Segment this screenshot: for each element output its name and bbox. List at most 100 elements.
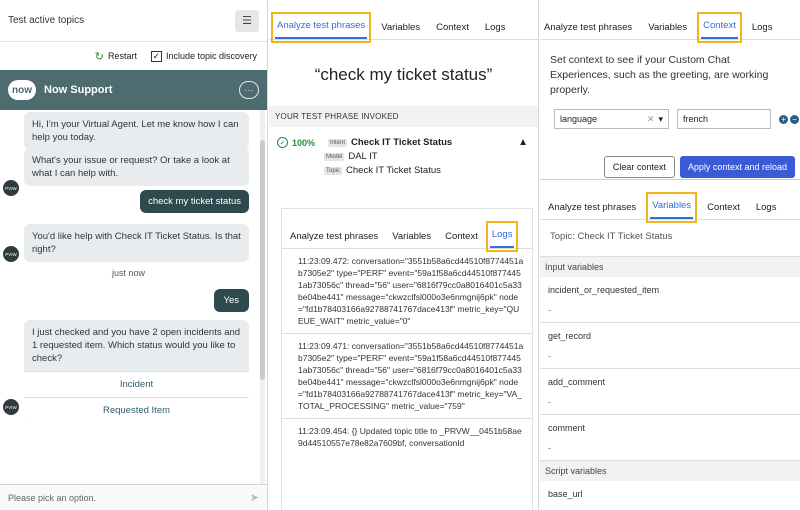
chat-bubble-icon[interactable]: ··· (239, 81, 259, 99)
intent-result[interactable]: ✓ 100% Intent Check IT Ticket Status Mod… (269, 127, 538, 192)
scrollbar-thumb[interactable] (260, 140, 265, 380)
variable-name: incident_or_requested_item (548, 285, 660, 295)
context-actions: Clear context Apply context and reload (540, 156, 795, 178)
chat-scrollbar[interactable] (260, 110, 265, 490)
input-variables-header: Input variables (540, 257, 800, 277)
tab-analyze-test-phrases[interactable]: Analyze test phrases (546, 198, 638, 219)
include-topic-discovery-checkbox[interactable]: ✓ Include topic discovery (150, 50, 257, 62)
checkmark-icon: ✓ (150, 50, 162, 62)
variable-name: get_record (548, 331, 592, 341)
add-row-icon[interactable]: + (779, 114, 788, 124)
tab-logs[interactable]: Logs (754, 198, 779, 219)
apply-context-button[interactable]: Apply context and reload (679, 156, 795, 178)
restart-button[interactable]: ↻ Restart (95, 50, 137, 63)
tab-logs[interactable]: Logs (750, 18, 775, 39)
tab-analyze-test-phrases[interactable]: Analyze test phrases (542, 18, 634, 39)
context-variable-select[interactable]: language ✕ ▾ (554, 109, 669, 129)
result-topic-row: Topic Check IT Ticket Status (277, 165, 530, 176)
row-actions: + − (779, 114, 799, 124)
variables-tabs: Analyze test phrases Variables Context L… (540, 180, 800, 223)
restart-label: Restart (107, 51, 137, 61)
now-logo: now (8, 80, 36, 100)
section-label: YOUR TEST PHRASE INVOKED (269, 106, 538, 127)
bot-message: You'd like help with Check IT Ticket Sta… (24, 224, 249, 262)
tab-variables[interactable]: Variables (646, 18, 689, 39)
panel-title: Test active topics (8, 15, 85, 26)
intent-name: Check IT Ticket Status (351, 137, 453, 148)
result-intent-row: ✓ 100% Intent Check IT Ticket Status (277, 137, 530, 148)
variables-panel: Analyze test phrases Variables Context L… (540, 179, 800, 510)
context-tabs: Analyze test phrases Variables Context L… (540, 0, 800, 43)
log-entry: 11:23:09.454: {} Updated topic title to … (298, 426, 522, 448)
result-model-row: Model DAL IT (277, 151, 530, 162)
model-tag: Model (324, 152, 345, 161)
bot-message: I just checked and you have 2 open incid… (32, 327, 241, 364)
tab-context[interactable]: Context (434, 18, 471, 39)
user-message: check my ticket status (140, 190, 249, 213)
bot-message: Hi, I'm your Virtual Agent. Let me know … (24, 112, 249, 150)
variable-row: comment - (540, 415, 800, 461)
variable-value: - (548, 443, 551, 453)
variable-row: base_url (540, 481, 800, 510)
tab-context[interactable]: Context (443, 227, 480, 248)
clear-icon[interactable]: ✕ (647, 114, 655, 125)
refresh-icon: ↻ (94, 50, 104, 63)
topic-tag: Topic (324, 166, 343, 175)
chat-input[interactable]: Please pick an option. ➤ (0, 484, 267, 510)
variable-row: add_comment - (540, 369, 800, 415)
tab-variables[interactable]: Variables (379, 18, 422, 39)
context-panel: Analyze test phrases Variables Context L… (540, 0, 800, 178)
script-variables-header: Script variables (540, 461, 800, 481)
variable-value: - (548, 305, 551, 315)
variable-name: base_url (548, 489, 583, 499)
chat-options: ↻ Restart ✓ Include topic discovery (0, 42, 267, 70)
tab-analyze-test-phrases[interactable]: Analyze test phrases (288, 227, 380, 248)
tab-context[interactable]: Context (705, 198, 742, 219)
message-timestamp: just now (111, 268, 146, 278)
confidence-percent: 100% (292, 137, 316, 148)
chat-input-placeholder: Please pick an option. (8, 492, 97, 503)
variable-row: incident_or_requested_item - (540, 277, 800, 323)
user-message: Yes (213, 289, 249, 312)
test-topics-panel: Test active topics ☰ ↻ Restart ✓ Include… (0, 0, 268, 510)
collapse-icon: ☰ (242, 15, 252, 27)
intent-tag: Intent (328, 138, 348, 147)
context-value-input[interactable]: french (677, 109, 771, 129)
send-icon[interactable]: ➤ (250, 491, 259, 504)
option-incident-button[interactable]: Incident (24, 371, 249, 397)
bot-avatar: PVIW (3, 246, 19, 262)
chat-transcript[interactable]: Hi, I'm your Virtual Agent. Let me know … (0, 110, 267, 490)
tab-analyze-test-phrases[interactable]: Analyze test phrases (270, 12, 372, 43)
option-requested-item-button[interactable]: Requested Item (24, 397, 249, 423)
clear-context-button[interactable]: Clear context (603, 156, 675, 178)
chevron-up-icon[interactable]: ▲ (518, 137, 528, 148)
context-variable-row: language ✕ ▾ french + − (554, 109, 800, 129)
topic-name: Check IT Ticket Status (346, 165, 441, 176)
tab-logs[interactable]: Logs (485, 221, 519, 252)
tab-variables[interactable]: Variables (390, 227, 433, 248)
topic-line: Topic: Check IT Ticket Status (540, 220, 800, 257)
variable-name: add_comment (548, 377, 606, 387)
bot-options-card: I just checked and you have 2 open incid… (24, 320, 249, 423)
context-description: Set context to see if your Custom Chat E… (550, 54, 769, 96)
chat-header: now Now Support ··· (0, 70, 267, 110)
bot-avatar: PVIW (3, 180, 19, 196)
variable-name: comment (548, 423, 586, 433)
model-name: DAL IT (348, 151, 378, 162)
tab-variables[interactable]: Variables (646, 192, 698, 223)
variable-row: get_record - (540, 323, 800, 369)
tab-logs[interactable]: Logs (483, 18, 508, 39)
logs-card: Analyze test phrases Variables Context L… (281, 208, 533, 510)
remove-row-icon[interactable]: − (790, 114, 799, 124)
bot-avatar: PVIW (3, 399, 19, 415)
log-entry: 11:23:09.471: conversation="3551b58a6cd4… (282, 334, 532, 419)
analyze-tabs: Analyze test phrases Variables Context L… (269, 0, 538, 43)
collapse-panel-button[interactable]: ☰ (235, 9, 259, 32)
chevron-down-icon: ▾ (658, 113, 663, 124)
check-circle-icon: ✓ (277, 137, 288, 148)
context-variable-value: language (560, 114, 598, 124)
log-entry: 11:23:09.472: conversation="3551b58a6cd4… (282, 249, 532, 334)
tab-context[interactable]: Context (697, 12, 742, 43)
variable-value: - (548, 397, 551, 407)
variable-value: - (548, 351, 551, 361)
